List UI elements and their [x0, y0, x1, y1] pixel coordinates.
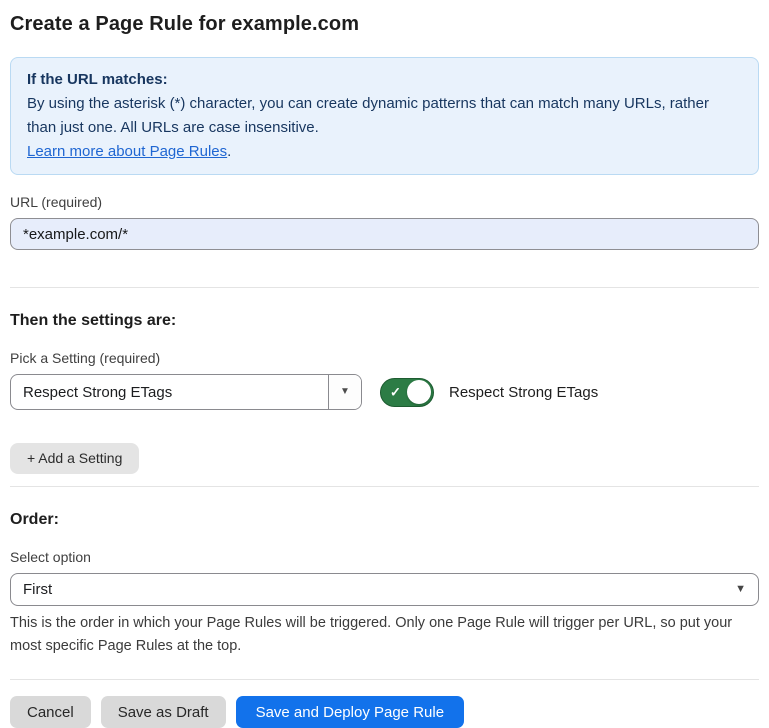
- setting-toggle[interactable]: ✓: [380, 378, 434, 407]
- checkmark-icon: ✓: [390, 386, 401, 399]
- toggle-knob: [407, 380, 431, 404]
- cancel-button[interactable]: Cancel: [10, 696, 91, 728]
- learn-more-link[interactable]: Learn more about Page Rules: [27, 143, 227, 160]
- info-box-link-line: Learn more about Page Rules.: [27, 140, 742, 164]
- setting-picker-label: Pick a Setting (required): [10, 350, 759, 367]
- setting-select-value: Respect Strong ETags: [11, 375, 328, 409]
- setting-row: Respect Strong ETags ▼ ✓ Respect Strong …: [10, 374, 759, 410]
- save-deploy-button[interactable]: Save and Deploy Page Rule: [236, 696, 464, 728]
- setting-select-arrow-button[interactable]: ▼: [328, 375, 361, 409]
- order-select[interactable]: First ▼: [10, 573, 759, 606]
- order-select-label: Select option: [10, 549, 759, 566]
- divider: [10, 486, 759, 487]
- page-title: Create a Page Rule for example.com: [10, 10, 759, 38]
- toggle-label: Respect Strong ETags: [449, 384, 598, 401]
- info-box-heading: If the URL matches:: [27, 68, 742, 92]
- url-field-label: URL (required): [10, 194, 759, 211]
- chevron-down-icon: ▼: [340, 387, 350, 397]
- setting-select[interactable]: Respect Strong ETags ▼: [10, 374, 362, 410]
- chevron-down-icon: ▼: [735, 584, 746, 595]
- order-select-value: First: [23, 581, 735, 598]
- order-help-text: This is the order in which your Page Rul…: [10, 612, 750, 658]
- link-suffix: .: [227, 143, 231, 160]
- order-section-heading: Order:: [10, 510, 759, 530]
- divider: [10, 287, 759, 288]
- info-box-body: By using the asterisk (*) character, you…: [27, 92, 742, 140]
- settings-section-heading: Then the settings are:: [10, 311, 759, 331]
- footer-button-row: Cancel Save as Draft Save and Deploy Pag…: [10, 696, 759, 728]
- add-setting-button[interactable]: + Add a Setting: [10, 443, 139, 474]
- url-match-info-box: If the URL matches: By using the asteris…: [10, 57, 759, 175]
- divider: [10, 679, 759, 680]
- save-draft-button[interactable]: Save as Draft: [101, 696, 226, 728]
- url-input[interactable]: [10, 218, 759, 250]
- page-rule-form: Create a Page Rule for example.com If th…: [0, 0, 769, 728]
